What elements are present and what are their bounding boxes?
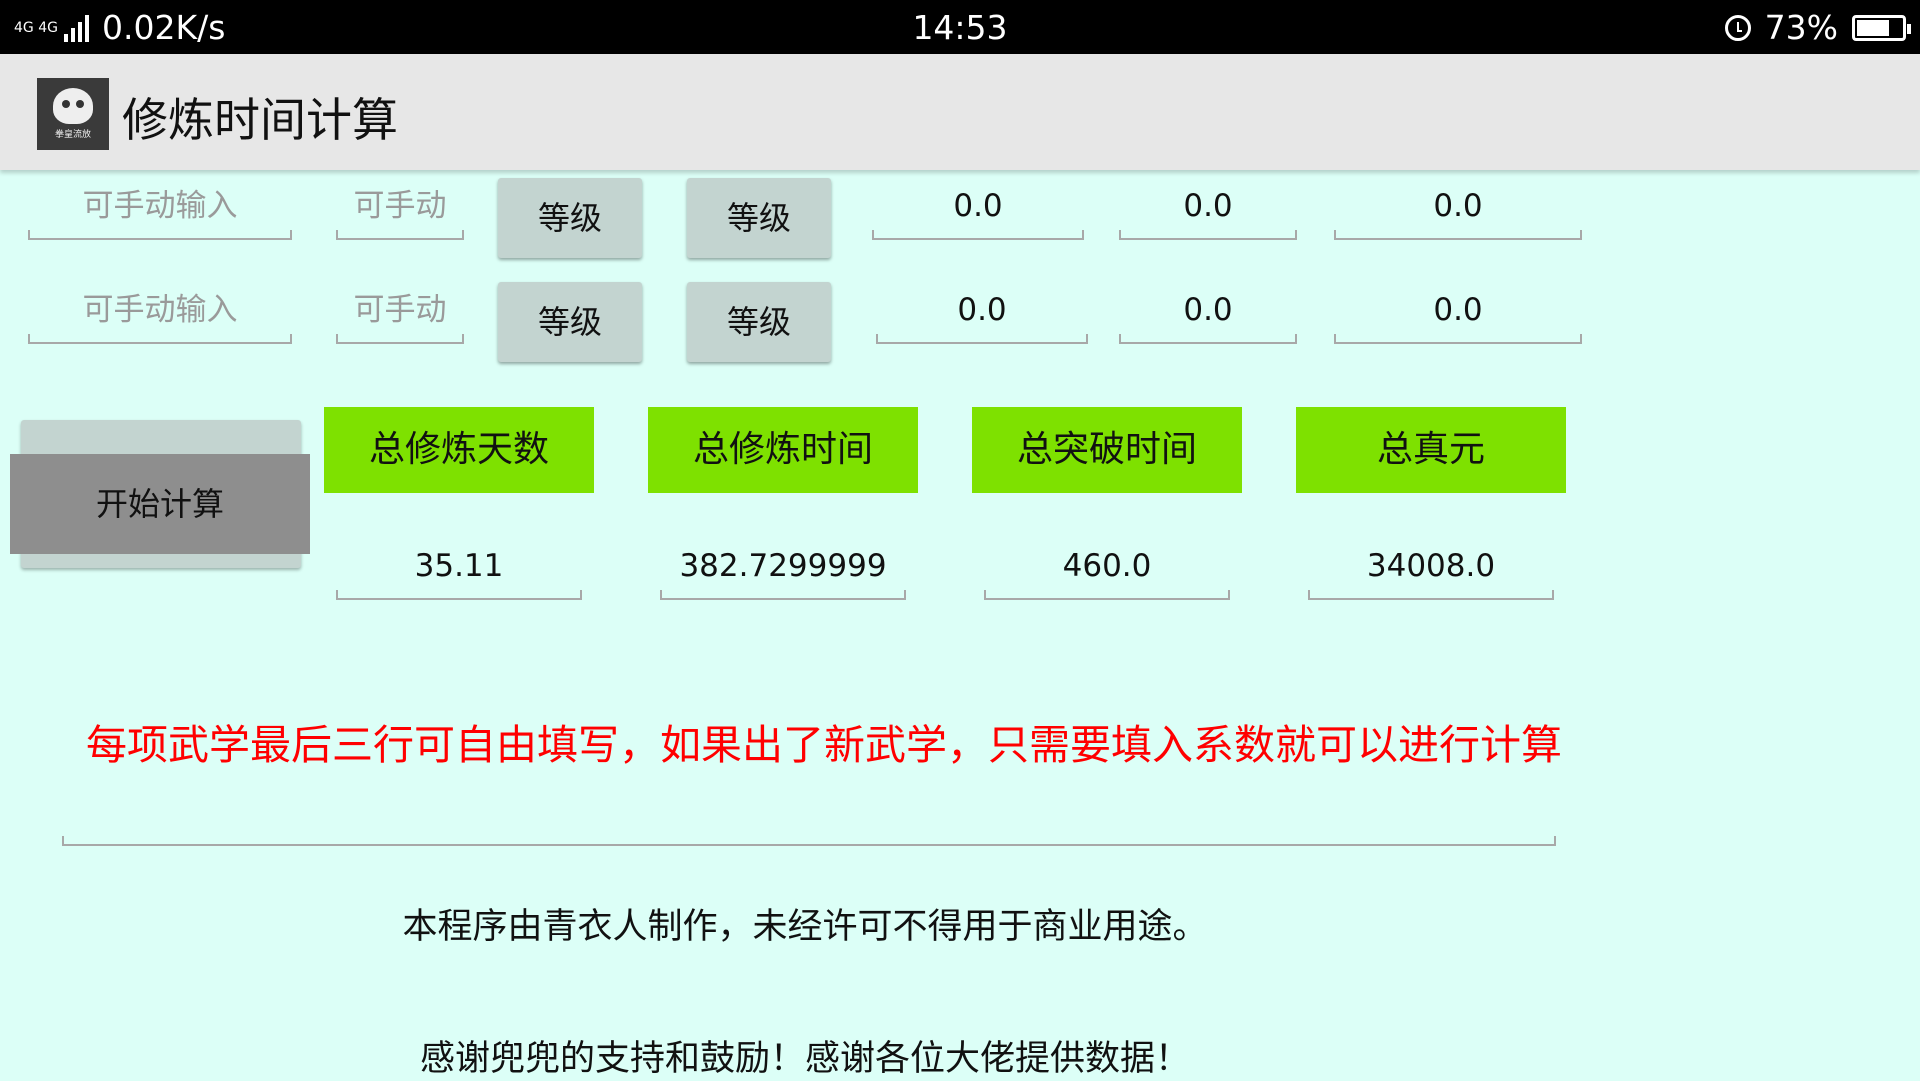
result-value: 0.0 (1433, 188, 1483, 224)
total-days-value: 35.11 (414, 548, 504, 584)
result-field[interactable]: 0.0 (1334, 180, 1582, 240)
total-zhenyuan-value: 34008.0 (1366, 548, 1496, 584)
result-field[interactable]: 0.0 (1119, 180, 1297, 240)
result-field[interactable]: 0.0 (1119, 284, 1297, 344)
alarm-icon (1724, 14, 1751, 41)
total-days-field[interactable]: 35.11 (336, 540, 582, 600)
app-icon-caption: 拳皇流放 (54, 130, 91, 140)
martial-name-input[interactable]: 可手动输入 (28, 284, 292, 344)
coefficient-input[interactable]: 可手动 (336, 284, 464, 344)
total-breakthrough-label: 总突破时间 (972, 407, 1242, 493)
note-underline (62, 836, 1556, 846)
battery-icon (1852, 14, 1911, 41)
total-train-time-field[interactable]: 382.7299999 (660, 540, 906, 600)
app-title: 修炼时间计算 (122, 93, 398, 147)
total-train-time-label: 总修炼时间 (648, 407, 918, 493)
result-value: 0.0 (953, 188, 1003, 224)
battery-percent: 73% (1764, 8, 1838, 47)
result-field[interactable]: 0.0 (1334, 284, 1582, 344)
result-value: 0.0 (1433, 292, 1483, 328)
result-value: 0.0 (1183, 188, 1233, 224)
status-bar: 4G 4G 0.02K/s 14:53 73% (0, 0, 1920, 54)
start-calculation-button[interactable]: 开始计算 (10, 454, 310, 554)
coefficient-placeholder: 可手动 (353, 292, 447, 328)
total-breakthrough-field[interactable]: 460.0 (984, 540, 1230, 600)
total-zhenyuan-field[interactable]: 34008.0 (1308, 540, 1554, 600)
level-end-button[interactable]: 等级 (687, 282, 831, 362)
total-breakthrough-value: 460.0 (1062, 548, 1152, 584)
result-field[interactable]: 0.0 (872, 180, 1084, 240)
result-value: 0.0 (1183, 292, 1233, 328)
instruction-note: 每项武学最后三行可自由填写，如果出了新武学，只需要填入系数就可以进行计算 (86, 721, 1562, 769)
action-bar: 拳皇流放 修炼时间计算 (0, 54, 1920, 170)
coefficient-placeholder: 可手动 (353, 188, 447, 224)
martial-name-placeholder: 可手动输入 (82, 292, 238, 328)
app-icon: 拳皇流放 (37, 78, 109, 150)
level-start-button[interactable]: 等级 (498, 282, 642, 362)
martial-name-placeholder: 可手动输入 (82, 188, 238, 224)
total-zhenyuan-label: 总真元 (1296, 407, 1566, 493)
result-value: 0.0 (957, 292, 1007, 328)
clock: 14:53 (912, 8, 1008, 47)
level-start-button[interactable]: 等级 (498, 178, 642, 258)
level-end-button[interactable]: 等级 (687, 178, 831, 258)
total-train-time-value: 382.7299999 (679, 548, 887, 584)
thanks-note: 感谢兜兜的支持和鼓励！感谢各位大佬提供数据！ (419, 1039, 1190, 1079)
result-field[interactable]: 0.0 (876, 284, 1088, 344)
coefficient-input[interactable]: 可手动 (336, 180, 464, 240)
panda-face-icon (53, 88, 93, 124)
martial-name-input[interactable]: 可手动输入 (28, 180, 292, 240)
total-days-label: 总修炼天数 (324, 407, 594, 493)
copyright-note: 本程序由青衣人制作，未经许可不得用于商业用途。 (402, 907, 1208, 947)
